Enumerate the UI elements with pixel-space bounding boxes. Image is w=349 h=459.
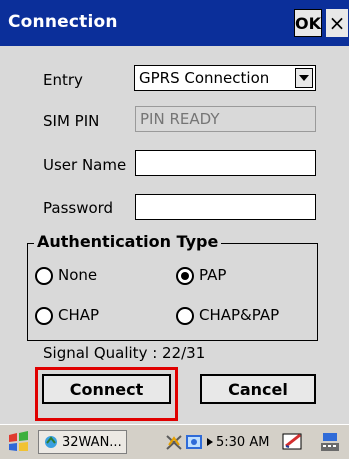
radio-chap-pap-label[interactable]: CHAP&PAP (199, 306, 279, 324)
network-icon[interactable] (165, 430, 183, 454)
username-input[interactable] (136, 151, 315, 175)
radio-chap-label[interactable]: CHAP (58, 306, 99, 324)
radio-selected-dot (181, 272, 189, 280)
close-button[interactable]: × (326, 9, 348, 37)
dropdown-arrow-icon[interactable] (295, 68, 313, 88)
taskbar-app-button[interactable]: 32WAN... (38, 430, 127, 454)
username-label: User Name (43, 156, 127, 174)
connection-form: Entry GPRS Connection SIM PIN User Name … (0, 46, 349, 424)
username-field[interactable] (135, 150, 316, 176)
sim-pin-label: SIM PIN (43, 112, 100, 130)
sim-pin-input (136, 107, 315, 131)
authentication-group: Authentication Type None PAP CHAP CHAP&P… (27, 232, 318, 341)
radio-pap-label[interactable]: PAP (199, 266, 226, 284)
sync-icon[interactable] (185, 430, 203, 454)
radio-none-label[interactable]: None (58, 266, 97, 284)
start-icon[interactable] (6, 430, 32, 454)
clock[interactable]: 5:30 AM (216, 430, 269, 454)
radio-none[interactable] (35, 267, 53, 285)
title-bar: Connection OK × (0, 0, 349, 46)
signal-quality: Signal Quality : 22/31 (43, 344, 206, 362)
entry-label: Entry (43, 71, 83, 89)
password-label: Password (43, 199, 114, 217)
entry-select[interactable]: GPRS Connection (134, 65, 316, 91)
radio-pap[interactable] (176, 267, 194, 285)
keyboard-icon[interactable] (319, 430, 341, 454)
taskbar: 32WAN... 5:30 AM (0, 424, 349, 459)
sim-pin-field (135, 106, 316, 132)
taskbar-app-label: 32WAN... (62, 434, 122, 450)
connect-button[interactable]: Connect (42, 374, 171, 404)
ok-button[interactable]: OK (294, 9, 322, 37)
password-field[interactable] (135, 194, 316, 220)
password-input[interactable] (136, 195, 315, 219)
authentication-title: Authentication Type (34, 232, 222, 251)
radio-chap-pap[interactable] (176, 307, 194, 325)
app-icon (43, 434, 59, 450)
entry-select-value: GPRS Connection (139, 69, 270, 87)
pen-icon[interactable] (281, 430, 305, 454)
cancel-button[interactable]: Cancel (200, 374, 316, 404)
radio-chap[interactable] (35, 307, 53, 325)
arrow-icon (205, 430, 215, 454)
window-title: Connection (8, 12, 118, 32)
